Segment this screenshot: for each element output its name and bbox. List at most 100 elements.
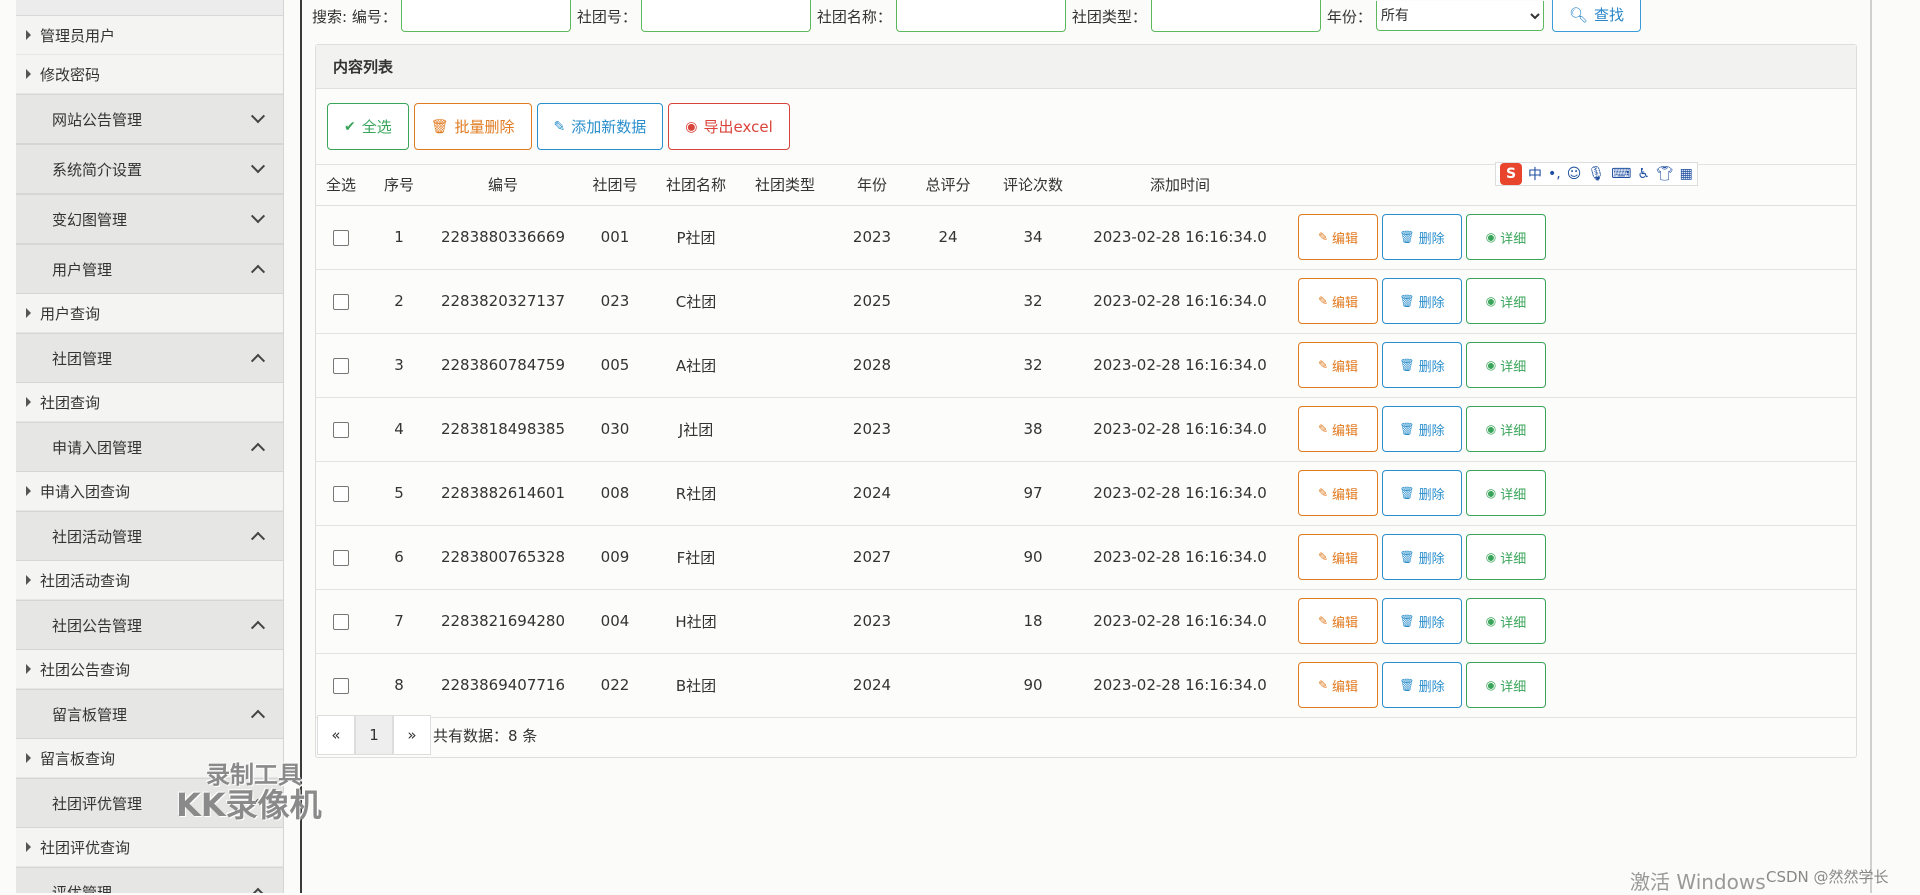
cell-year: 2023 bbox=[834, 397, 910, 462]
delete-button[interactable]: 🗑︎ 删除 bbox=[1382, 342, 1462, 388]
chevron-up-icon bbox=[250, 442, 266, 457]
edit-button[interactable]: ✎ 编辑 bbox=[1298, 662, 1378, 708]
edit-button[interactable]: ✎ 编辑 bbox=[1298, 598, 1378, 644]
find-button[interactable]: 🔍︎ 查找 bbox=[1551, 0, 1641, 32]
batch-delete-button[interactable]: 🗑︎ 批量删除 bbox=[413, 103, 532, 150]
search-bar: 搜索: 编号： 社团号： 社团名称： 社团类型： 年份： 所有 🔍︎ 查找 bbox=[312, 0, 1641, 32]
sidebar-link[interactable]: 管理员用户 bbox=[16, 16, 283, 55]
emoji-icon[interactable]: ☺ bbox=[1567, 166, 1582, 182]
sidebar-group-label: 社团评优管理 bbox=[52, 794, 143, 813]
keyboard-icon[interactable]: ⌨ bbox=[1611, 166, 1631, 182]
ime-mode[interactable]: 中 bbox=[1528, 164, 1542, 184]
sidebar-link[interactable]: 社团查询 bbox=[16, 383, 283, 422]
year-select[interactable]: 所有 bbox=[1375, 1, 1544, 31]
sidebar-link[interactable]: 社团公告查询 bbox=[16, 650, 283, 689]
trash-icon: 🗑︎ bbox=[1399, 678, 1415, 692]
row-checkbox[interactable] bbox=[333, 485, 349, 502]
next-page-button[interactable]: » bbox=[393, 715, 431, 755]
detail-button[interactable]: ◉ 详细 bbox=[1466, 214, 1546, 260]
delete-button[interactable]: 🗑︎ 删除 bbox=[1382, 662, 1462, 708]
row-checkbox[interactable] bbox=[333, 549, 349, 566]
club-type-input[interactable] bbox=[1150, 0, 1321, 32]
edit-icon: ✎ bbox=[1317, 486, 1329, 500]
eye-icon: ◉ bbox=[1485, 358, 1497, 372]
page-1-button[interactable]: 1 bbox=[355, 715, 393, 755]
row-checkbox[interactable] bbox=[333, 421, 349, 438]
sidebar-group[interactable]: 评优管理 bbox=[16, 867, 283, 893]
sidebar: 管理员用户 修改密码 网站公告管理 系统简介设置 变幻图管理 用户管理 用户查询 社团管理 社团… bbox=[16, 0, 284, 893]
user-icon[interactable]: ♿︎ bbox=[1637, 166, 1650, 182]
row-checkbox[interactable] bbox=[333, 293, 349, 310]
cell-time: 2023-02-28 16:16:34.0 bbox=[1080, 269, 1280, 334]
code-input[interactable] bbox=[400, 0, 571, 32]
cell-score bbox=[910, 397, 986, 462]
ime-toolbar[interactable]: S 中 •, ☺ 🎙︎ ⌨ ♿︎ 👕︎ ▦ bbox=[1495, 162, 1698, 186]
ime-punct[interactable]: •, bbox=[1548, 166, 1561, 182]
row-checkbox[interactable] bbox=[333, 613, 349, 630]
microphone-icon[interactable]: 🎙︎ bbox=[1587, 166, 1605, 182]
detail-button[interactable]: ◉ 详细 bbox=[1466, 278, 1546, 324]
shirt-icon[interactable]: 👕︎ bbox=[1656, 166, 1674, 182]
row-checkbox[interactable] bbox=[333, 677, 349, 694]
detail-button[interactable]: ◉ 详细 bbox=[1466, 662, 1546, 708]
detail-button[interactable]: ◉ 详细 bbox=[1466, 598, 1546, 644]
cell-club_no: 023 bbox=[574, 269, 656, 334]
detail-button[interactable]: ◉ 详细 bbox=[1466, 406, 1546, 452]
row-actions: ✎ 编辑 🗑︎ 删除 ◉ 详细 bbox=[1280, 589, 1856, 654]
sidebar-group[interactable]: 申请入团管理 bbox=[16, 422, 283, 472]
export-excel-button[interactable]: ◉ 导出excel bbox=[668, 103, 790, 150]
cell-year: 2025 bbox=[834, 269, 910, 334]
sidebar-group[interactable]: 社团公告管理 bbox=[16, 600, 283, 650]
row-checkbox[interactable] bbox=[333, 229, 349, 246]
cell-comments: 34 bbox=[986, 205, 1080, 270]
cell-idx: 8 bbox=[366, 653, 432, 718]
sidebar-group[interactable]: 系统简介设置 bbox=[16, 144, 283, 194]
delete-button[interactable]: 🗑︎ 删除 bbox=[1382, 598, 1462, 644]
row-checkbox[interactable] bbox=[333, 357, 349, 374]
sidebar-link-label: 留言板查询 bbox=[40, 749, 116, 768]
cell-year: 2024 bbox=[834, 653, 910, 718]
edit-button[interactable]: ✎ 编辑 bbox=[1298, 406, 1378, 452]
delete-button[interactable]: 🗑︎ 删除 bbox=[1382, 534, 1462, 580]
select-all-button[interactable]: ✔ 全选 bbox=[327, 103, 409, 150]
sidebar-link[interactable]: 社团评优查询 bbox=[16, 828, 283, 867]
sidebar-group[interactable]: 变幻图管理 bbox=[16, 194, 283, 244]
sidebar-group[interactable]: 社团管理 bbox=[16, 333, 283, 383]
sidebar-group[interactable]: 社团活动管理 bbox=[16, 511, 283, 561]
caret-right-icon bbox=[26, 486, 31, 496]
row-checkbox-cell bbox=[316, 653, 366, 718]
edit-button[interactable]: ✎ 编辑 bbox=[1298, 470, 1378, 516]
batch-delete-label: 批量删除 bbox=[454, 118, 515, 136]
sidebar-group[interactable]: 用户管理 bbox=[16, 244, 283, 294]
edit-button[interactable]: ✎ 编辑 bbox=[1298, 278, 1378, 324]
cell-time: 2023-02-28 16:16:34.0 bbox=[1080, 653, 1280, 718]
delete-button[interactable]: 🗑︎ 删除 bbox=[1382, 278, 1462, 324]
edit-icon: ✎ bbox=[1317, 422, 1329, 436]
delete-button[interactable]: 🗑︎ 删除 bbox=[1382, 470, 1462, 516]
edit-button[interactable]: ✎ 编辑 bbox=[1298, 342, 1378, 388]
add-new-button[interactable]: ✎ 添加新数据 bbox=[536, 103, 664, 150]
sidebar-link[interactable]: 社团活动查询 bbox=[16, 561, 283, 600]
sidebar-group[interactable]: 留言板管理 bbox=[16, 689, 283, 739]
sogou-logo-icon[interactable]: S bbox=[1500, 163, 1522, 185]
panel-title: 内容列表 bbox=[316, 45, 1856, 89]
cell-time: 2023-02-28 16:16:34.0 bbox=[1080, 205, 1280, 270]
edit-button[interactable]: ✎ 编辑 bbox=[1298, 214, 1378, 260]
prev-page-button[interactable]: « bbox=[317, 715, 355, 755]
detail-button[interactable]: ◉ 详细 bbox=[1466, 342, 1546, 388]
grid-icon[interactable]: ▦ bbox=[1680, 166, 1693, 182]
delete-button[interactable]: 🗑︎ 删除 bbox=[1382, 214, 1462, 260]
sidebar-link[interactable]: 修改密码 bbox=[16, 55, 283, 94]
delete-label: 删除 bbox=[1418, 359, 1445, 375]
club-no-input[interactable] bbox=[640, 0, 811, 32]
detail-button[interactable]: ◉ 详细 bbox=[1466, 470, 1546, 516]
club-name-input[interactable] bbox=[895, 0, 1066, 32]
detail-button[interactable]: ◉ 详细 bbox=[1466, 534, 1546, 580]
sidebar-link[interactable]: 申请入团查询 bbox=[16, 472, 283, 511]
edit-button[interactable]: ✎ 编辑 bbox=[1298, 534, 1378, 580]
sidebar-group[interactable]: 网站公告管理 bbox=[16, 94, 283, 144]
pagination: « 1 » 共有数据：8 条 bbox=[317, 715, 537, 755]
delete-button[interactable]: 🗑︎ 删除 bbox=[1382, 406, 1462, 452]
sidebar-link[interactable]: 用户查询 bbox=[16, 294, 283, 333]
detail-label: 详细 bbox=[1500, 487, 1527, 503]
